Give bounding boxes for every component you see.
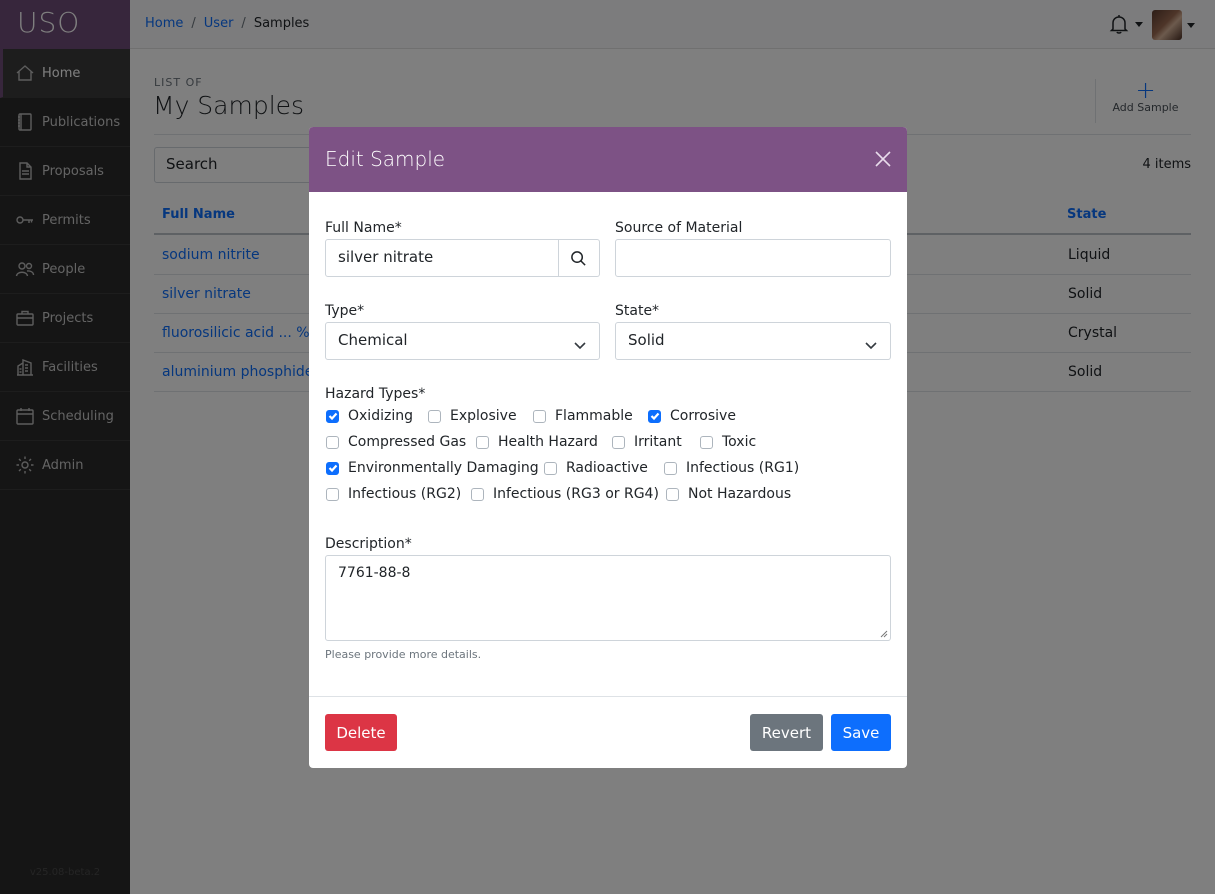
checkbox-box[interactable] bbox=[664, 461, 677, 475]
type-label: Type* bbox=[325, 303, 365, 319]
modal-footer: Delete Revert Save bbox=[309, 696, 907, 768]
edit-sample-modal: Edit Sample Full Name* silver nitrate So… bbox=[309, 127, 907, 768]
checkbox-box[interactable] bbox=[428, 409, 441, 423]
hazard-checkbox-compressed-gas[interactable]: Compressed Gas bbox=[326, 434, 466, 450]
hazard-checkbox-infectious-rg3-rg4[interactable]: Infectious (RG3 or RG4) bbox=[471, 486, 659, 502]
full-name-input[interactable]: silver nitrate bbox=[325, 239, 559, 277]
hazard-checkbox-not-hazardous[interactable]: Not Hazardous bbox=[666, 486, 791, 502]
resize-handle-icon[interactable] bbox=[880, 630, 888, 638]
checkbox-box[interactable] bbox=[326, 435, 339, 449]
hazard-checkbox-explosive[interactable]: Explosive bbox=[428, 408, 517, 424]
source-label: Source of Material bbox=[615, 220, 743, 236]
state-select[interactable]: Solid bbox=[615, 322, 891, 360]
hazard-checkbox-corrosive[interactable]: Corrosive bbox=[648, 408, 736, 424]
checkbox-box[interactable] bbox=[476, 435, 489, 449]
save-button[interactable]: Save bbox=[831, 714, 891, 751]
chevron-down-icon bbox=[574, 336, 586, 350]
hazard-checkbox-health-hazard[interactable]: Health Hazard bbox=[476, 434, 598, 450]
checkbox-box[interactable] bbox=[471, 487, 484, 501]
type-select-value: Chemical bbox=[338, 331, 408, 349]
hazard-checkbox-flammable[interactable]: Flammable bbox=[533, 408, 633, 424]
type-select[interactable]: Chemical bbox=[325, 322, 600, 360]
modal-title: Edit Sample bbox=[325, 147, 446, 171]
checkbox-box[interactable] bbox=[326, 461, 339, 475]
checkbox-box[interactable] bbox=[326, 487, 339, 501]
hazard-checkbox-infectious-rg1[interactable]: Infectious (RG1) bbox=[664, 460, 799, 476]
hazard-checkbox-irritant[interactable]: Irritant bbox=[612, 434, 682, 450]
checkbox-box[interactable] bbox=[648, 409, 661, 423]
modal-header: Edit Sample bbox=[309, 127, 907, 192]
hazard-checkbox-oxidizing[interactable]: Oxidizing bbox=[326, 408, 413, 424]
lookup-button[interactable] bbox=[558, 239, 600, 277]
checkbox-box[interactable] bbox=[666, 487, 679, 501]
hazard-types-label: Hazard Types* bbox=[325, 386, 426, 402]
chevron-down-icon bbox=[865, 336, 877, 350]
revert-button[interactable]: Revert bbox=[750, 714, 823, 751]
search-icon bbox=[571, 250, 586, 266]
checkbox-box[interactable] bbox=[533, 409, 546, 423]
description-label: Description* bbox=[325, 536, 412, 552]
description-textarea[interactable]: 7761-88-8 bbox=[325, 555, 891, 641]
delete-button[interactable]: Delete bbox=[325, 714, 397, 751]
close-icon bbox=[875, 151, 891, 167]
hazard-checkbox-radioactive[interactable]: Radioactive bbox=[544, 460, 648, 476]
checkbox-box[interactable] bbox=[326, 409, 339, 423]
description-help-text: Please provide more details. bbox=[325, 648, 482, 661]
source-input[interactable] bbox=[615, 239, 891, 277]
hazard-checkbox-infectious-rg2[interactable]: Infectious (RG2) bbox=[326, 486, 461, 502]
state-select-value: Solid bbox=[628, 331, 665, 349]
full-name-label: Full Name* bbox=[325, 220, 402, 236]
checkbox-box[interactable] bbox=[700, 435, 713, 449]
checkbox-box[interactable] bbox=[612, 435, 625, 449]
description-value: 7761-88-8 bbox=[338, 565, 411, 581]
hazard-checkbox-environmentally-damaging[interactable]: Environmentally Damaging bbox=[326, 460, 539, 476]
hazard-checkbox-toxic[interactable]: Toxic bbox=[700, 434, 756, 450]
checkbox-box[interactable] bbox=[544, 461, 557, 475]
close-button[interactable] bbox=[873, 149, 893, 169]
state-label: State* bbox=[615, 303, 660, 319]
